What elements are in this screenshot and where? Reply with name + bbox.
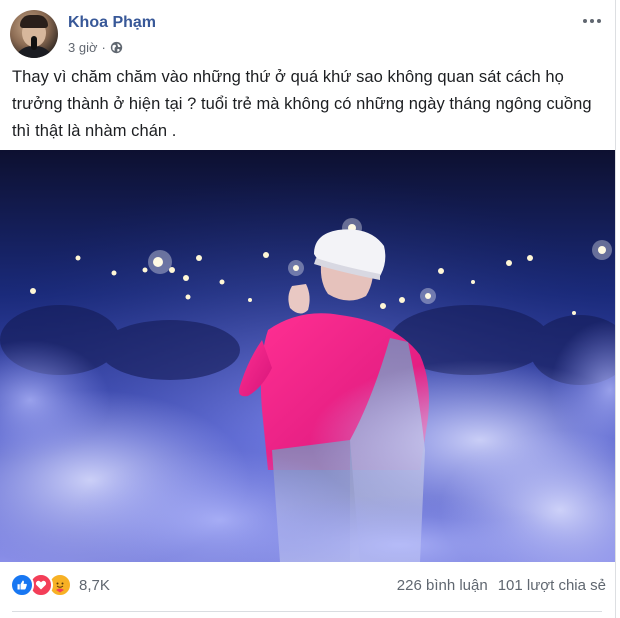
share-count[interactable]: 101 lượt chia sẻ	[498, 577, 606, 594]
avatar-hair	[20, 15, 48, 28]
globe-icon[interactable]	[110, 41, 123, 54]
divider	[12, 611, 602, 612]
author-avatar[interactable]	[10, 10, 58, 58]
post-header: Khoa Phạm 3 giờ ·	[10, 10, 606, 62]
post-time[interactable]: 3 giờ	[68, 40, 98, 55]
caption-line: thì thật là nhàm chán .	[12, 122, 177, 140]
author-name[interactable]: Khoa Phạm	[68, 14, 156, 32]
meta-separator: ·	[101, 40, 106, 55]
caption-line: Thay vì chăm chăm vào những thứ ở quá kh…	[12, 68, 564, 86]
caption-line: trưởng thành ở hiện tại ? tuổi trẻ mà kh…	[12, 95, 592, 113]
reaction-count[interactable]: 8,7K	[79, 577, 110, 594]
more-options-icon[interactable]	[580, 12, 604, 30]
reaction-icons[interactable]	[10, 573, 72, 597]
comment-count[interactable]: 226 bình luận	[397, 577, 488, 594]
post-photo[interactable]	[0, 150, 615, 562]
post-meta: 3 giờ ·	[68, 40, 123, 55]
concert-photo	[0, 150, 615, 562]
facebook-post: Khoa Phạm 3 giờ · Thay vì chăm chăm vào …	[0, 0, 616, 618]
post-caption: Thay vì chăm chăm vào những thứ ở quá kh…	[12, 64, 606, 145]
reactions-bar: 8,7K 226 bình luận 101 lượt chia sẻ	[10, 571, 606, 599]
engagement-stats: 226 bình luận 101 lượt chia sẻ	[397, 577, 606, 594]
avatar-mic	[31, 36, 37, 50]
like-icon	[10, 573, 34, 597]
